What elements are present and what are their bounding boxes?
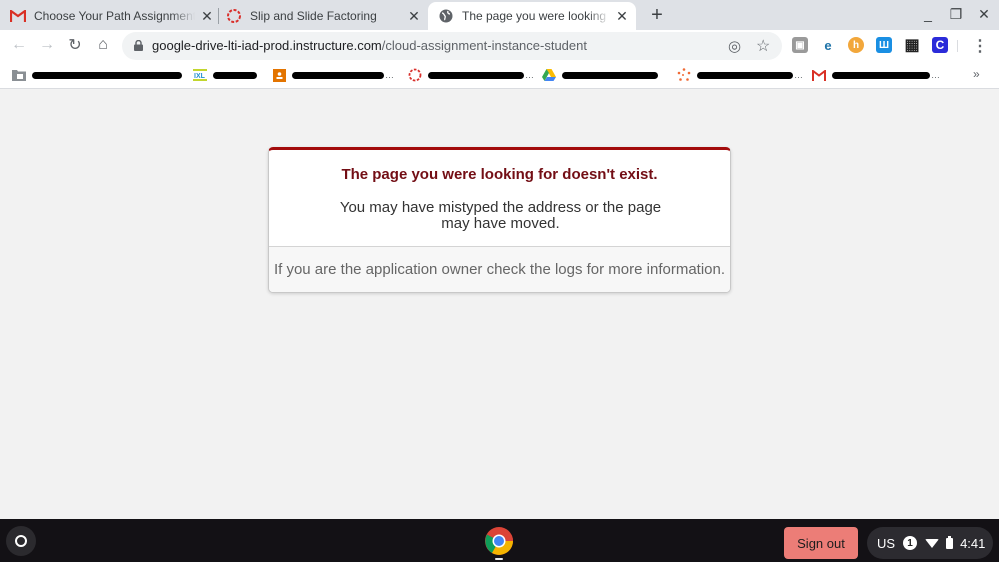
close-tab-icon[interactable]: ✕ (199, 8, 215, 24)
bookmark-item[interactable]: … (408, 67, 534, 83)
browser-menu-button[interactable]: ⋮ (972, 36, 988, 56)
error-footer: If you are the application owner check t… (269, 246, 730, 292)
instructure-icon (226, 8, 242, 24)
tab-choose-your-path[interactable]: Choose Your Path Assignment - ✕ (10, 2, 215, 30)
redacted-bookmark-label (832, 71, 930, 79)
bookmarks-overflow-button[interactable]: » (973, 67, 980, 81)
bookmark-star-icon[interactable]: ☆ (756, 36, 770, 56)
svg-text:IXL: IXL (194, 73, 206, 80)
bookmark-item[interactable] (542, 67, 658, 83)
redacted-bookmark-label (562, 71, 658, 79)
tab-slip-and-slide[interactable]: Slip and Slide Factoring ✕ (226, 2, 422, 30)
restore-button[interactable]: ❐ (947, 6, 965, 23)
reload-button[interactable]: ↻ (65, 35, 85, 55)
gmail-icon (10, 8, 26, 24)
new-tab-button[interactable]: + (647, 5, 667, 25)
instructure-icon (408, 68, 422, 82)
forward-button[interactable]: → (37, 35, 57, 55)
launcher-button[interactable] (6, 526, 36, 556)
close-window-button[interactable]: ✕ (975, 6, 993, 23)
classroom-icon (272, 68, 286, 82)
address-bar[interactable]: google-drive-lti-iad-prod.instructure.co… (122, 32, 782, 60)
tab-title: The page you were looking for doesn't ex… (462, 9, 610, 23)
back-button[interactable]: ← (9, 35, 29, 55)
edge-extension-icon[interactable]: e (820, 37, 836, 53)
lock-icon (134, 40, 143, 51)
google-drive-icon (542, 68, 556, 82)
url-host: google-drive-lti-iad-prod.instructure.co… (152, 38, 382, 53)
bookmark-item[interactable]: IXL (193, 67, 257, 83)
clock: 4:41 (960, 535, 986, 551)
error-card: The page you were looking for doesn't ex… (268, 147, 731, 293)
tab-page-not-found[interactable]: The page you were looking for doesn't ex… (428, 2, 636, 30)
bookmarks-bar: IXL … … … … » (0, 61, 999, 89)
tab-title: Slip and Slide Factoring (250, 9, 377, 23)
bookmark-item[interactable]: … (812, 67, 940, 83)
notification-count-badge: 1 (903, 536, 918, 550)
ixl-icon: IXL (193, 68, 207, 82)
bookmark-item[interactable]: … (677, 67, 803, 83)
qr-extension-icon[interactable]: ▦ (904, 37, 920, 54)
keyboard-layout: US (877, 535, 896, 551)
c-extension-icon[interactable]: C (932, 37, 948, 53)
copies-extension-icon[interactable]: ▣ (792, 37, 808, 53)
redacted-bookmark-label (697, 71, 793, 79)
redacted-bookmark-label (292, 71, 384, 79)
url-path: /cloud-assignment-instance-student (381, 38, 587, 53)
redacted-bookmark-label (32, 71, 182, 79)
launcher-icon (15, 535, 27, 547)
close-tab-icon[interactable]: ✕ (614, 8, 630, 24)
tab-strip: Choose Your Path Assignment - ✕ Slip and… (0, 0, 999, 30)
battery-icon (946, 535, 954, 549)
mindtap-icon (677, 68, 691, 82)
system-shelf: Sign out US 1 4:41 (0, 519, 999, 562)
sign-out-button[interactable]: Sign out (784, 527, 858, 559)
running-app-indicator (495, 558, 503, 560)
bookmark-item[interactable] (12, 67, 182, 83)
wifi-icon (925, 538, 940, 548)
close-tab-icon[interactable]: ✕ (406, 8, 422, 24)
status-tray[interactable]: US 1 4:41 (867, 527, 993, 559)
bookmark-item[interactable]: … (272, 67, 394, 83)
tab-separator (218, 8, 219, 24)
toolbar-divider (957, 40, 958, 52)
tab-title: Choose Your Path Assignment - (34, 9, 195, 23)
error-message: You may have mistyped the address or the… (339, 199, 662, 232)
chrome-app-icon[interactable] (485, 527, 513, 555)
page-content: The page you were looking for doesn't ex… (0, 90, 999, 518)
honey-extension-icon[interactable]: h (848, 37, 864, 53)
folder-icon (12, 68, 26, 82)
minimize-button[interactable]: _ (919, 6, 937, 22)
globe-icon (438, 8, 454, 24)
url-text[interactable]: google-drive-lti-iad-prod.instructure.co… (152, 38, 587, 53)
location-icon[interactable]: ◎ (728, 37, 741, 55)
redacted-bookmark-label (213, 71, 257, 79)
home-button[interactable]: ⌂ (93, 35, 113, 55)
gmail-icon (812, 68, 826, 82)
ui-extension-icon[interactable]: Ш (876, 37, 892, 53)
error-title: The page you were looking for doesn't ex… (341, 166, 658, 183)
redacted-bookmark-label (428, 71, 524, 79)
browser-toolbar: ← → ↻ ⌂ google-drive-lti-iad-prod.instru… (0, 30, 999, 61)
